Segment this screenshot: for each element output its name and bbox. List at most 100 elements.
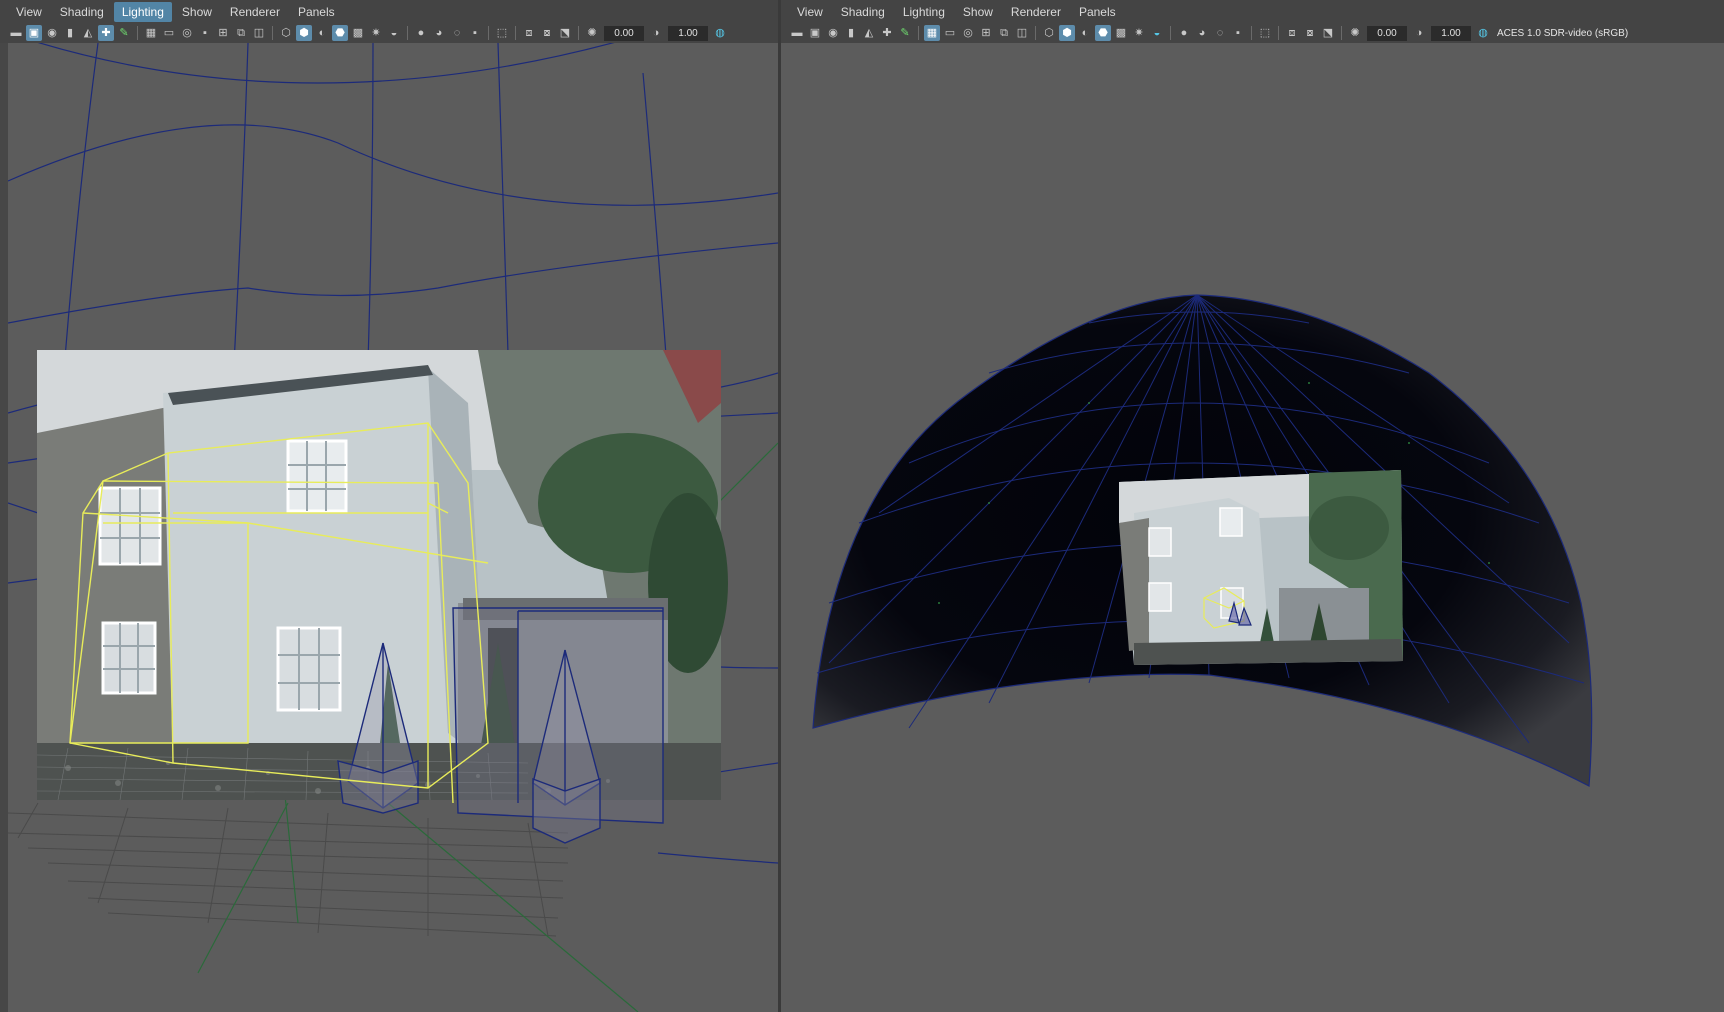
depth-of-field-icon[interactable]: ▪: [467, 25, 483, 41]
toolbar-separator: [1170, 26, 1171, 40]
default-lighting-icon[interactable]: ◐: [314, 25, 330, 41]
select-camera-icon[interactable]: ▬: [8, 25, 24, 41]
color-space-label[interactable]: ACES 1.0 SDR-video (sRGB): [1497, 28, 1628, 39]
toolbar-separator: [1251, 26, 1252, 40]
bookmark-icon[interactable]: ▮: [62, 25, 78, 41]
backface-icon[interactable]: ⬔: [557, 25, 573, 41]
motion-blur-icon[interactable]: ◕: [431, 25, 447, 41]
toolbar-separator: [515, 26, 516, 40]
grease-pencil-icon[interactable]: ✚: [879, 25, 895, 41]
safe-action-icon[interactable]: ⧉: [233, 25, 249, 41]
anti-aliasing-icon[interactable]: ◌: [1212, 25, 1228, 41]
right-viewport[interactable]: [789, 43, 1724, 1012]
toolbar-separator: [137, 26, 138, 40]
gamma-icon[interactable]: ◑: [648, 25, 664, 41]
camera-attributes-icon[interactable]: ▣: [26, 25, 42, 41]
xray-joints-icon[interactable]: ⧈: [1284, 25, 1300, 41]
anti-aliasing-icon[interactable]: ◌: [449, 25, 465, 41]
menu-shading[interactable]: Shading: [52, 2, 112, 22]
xray-active-icon[interactable]: ⧇: [539, 25, 555, 41]
film-gate-icon[interactable]: ▭: [161, 25, 177, 41]
right-viewport-panel: View Shading Lighting Show Renderer Pane…: [781, 0, 1724, 1012]
menu-show[interactable]: Show: [174, 2, 220, 22]
grease-pencil-icon[interactable]: ✚: [98, 25, 114, 41]
gate-mask-icon[interactable]: ▪: [197, 25, 213, 41]
image-plane-icon[interactable]: ◭: [861, 25, 877, 41]
toolbar-separator: [578, 26, 579, 40]
grid-icon[interactable]: ▦: [143, 25, 159, 41]
exposure-field[interactable]: 0.00: [1367, 25, 1407, 41]
left-viewport-panel: View Shading Lighting Show Renderer Pane…: [0, 0, 778, 1012]
wireframe-icon[interactable]: ⬡: [278, 25, 294, 41]
xray-active-icon[interactable]: ⧇: [1302, 25, 1318, 41]
menu-shading[interactable]: Shading: [833, 2, 893, 22]
left-viewport[interactable]: [8, 43, 778, 1012]
safe-title-icon[interactable]: ◫: [1014, 25, 1030, 41]
menu-view[interactable]: View: [8, 2, 50, 22]
menu-view[interactable]: View: [789, 2, 831, 22]
safe-title-icon[interactable]: ◫: [251, 25, 267, 41]
motion-blur-icon[interactable]: ◕: [1194, 25, 1210, 41]
resolution-gate-icon[interactable]: ◎: [179, 25, 195, 41]
toolbar-separator: [1035, 26, 1036, 40]
toolbar-separator: [918, 26, 919, 40]
menu-renderer[interactable]: Renderer: [1003, 2, 1069, 22]
left-viewport-canvas: [8, 43, 778, 1012]
menu-panels[interactable]: Panels: [290, 2, 343, 22]
exposure-icon[interactable]: ✺: [584, 25, 600, 41]
menu-renderer[interactable]: Renderer: [222, 2, 288, 22]
backface-icon[interactable]: ⬔: [1320, 25, 1336, 41]
xray-icon[interactable]: ▩: [350, 25, 366, 41]
shadows-icon[interactable]: ◒: [1149, 25, 1165, 41]
field-chart-icon[interactable]: ⊞: [215, 25, 231, 41]
default-lighting-icon[interactable]: ◐: [1077, 25, 1093, 41]
ambient-occlusion-icon[interactable]: ●: [1176, 25, 1192, 41]
bookmark-icon[interactable]: ▮: [843, 25, 859, 41]
toolbar-separator: [488, 26, 489, 40]
ambient-occlusion-icon[interactable]: ●: [413, 25, 429, 41]
menu-show[interactable]: Show: [955, 2, 1001, 22]
select-camera-icon[interactable]: ▬: [789, 25, 805, 41]
grid-icon[interactable]: ▦: [924, 25, 940, 41]
resolution-gate-icon[interactable]: ◎: [960, 25, 976, 41]
toolbar-separator: [272, 26, 273, 40]
smooth-shade-icon[interactable]: ⬢: [1059, 25, 1075, 41]
exposure-icon[interactable]: ✺: [1347, 25, 1363, 41]
panel-border: [0, 0, 8, 1012]
depth-of-field-icon[interactable]: ▪: [1230, 25, 1246, 41]
isolate-icon[interactable]: ⬚: [494, 25, 510, 41]
film-gate-icon[interactable]: ▭: [942, 25, 958, 41]
camera-icon[interactable]: ◉: [825, 25, 841, 41]
left-toolbar: ▬ ▣ ◉ ▮ ◭ ✚ ✎ ▦ ▭ ◎ ▪ ⊞ ⧉ ◫ ⬡ ⬢ ◐ ⬣ ▩ ✷ …: [0, 23, 778, 43]
lights-icon[interactable]: ✷: [1131, 25, 1147, 41]
camera-attributes-icon[interactable]: ▣: [807, 25, 823, 41]
gamma-field[interactable]: 1.00: [1431, 25, 1471, 41]
menu-lighting[interactable]: Lighting: [113, 1, 172, 22]
xray-icon[interactable]: ▩: [1113, 25, 1129, 41]
gamma-field[interactable]: 1.00: [668, 25, 708, 41]
right-viewport-canvas: [812, 294, 1593, 787]
pencil-icon[interactable]: ✎: [116, 25, 132, 41]
shadows-icon[interactable]: ◒: [386, 25, 402, 41]
xray-joints-icon[interactable]: ⧈: [521, 25, 537, 41]
color-management-icon[interactable]: ◍: [712, 25, 728, 41]
pencil-icon[interactable]: ✎: [897, 25, 913, 41]
isolate-icon[interactable]: ⬚: [1257, 25, 1273, 41]
image-plane-icon[interactable]: ◭: [80, 25, 96, 41]
lights-icon[interactable]: ✷: [368, 25, 384, 41]
wireframe-on-shaded-icon[interactable]: ⬣: [1095, 25, 1111, 41]
safe-action-icon[interactable]: ⧉: [996, 25, 1012, 41]
gamma-icon[interactable]: ◑: [1411, 25, 1427, 41]
color-management-icon[interactable]: ◍: [1475, 25, 1491, 41]
toolbar-separator: [1341, 26, 1342, 40]
wireframe-on-shaded-icon[interactable]: ⬣: [332, 25, 348, 41]
camera-icon[interactable]: ◉: [44, 25, 60, 41]
smooth-shade-icon[interactable]: ⬢: [296, 25, 312, 41]
field-chart-icon[interactable]: ⊞: [978, 25, 994, 41]
toolbar-separator: [407, 26, 408, 40]
menu-panels[interactable]: Panels: [1071, 2, 1124, 22]
exposure-field[interactable]: 0.00: [604, 25, 644, 41]
menu-lighting[interactable]: Lighting: [895, 2, 953, 22]
wireframe-icon[interactable]: ⬡: [1041, 25, 1057, 41]
toolbar-separator: [1278, 26, 1279, 40]
